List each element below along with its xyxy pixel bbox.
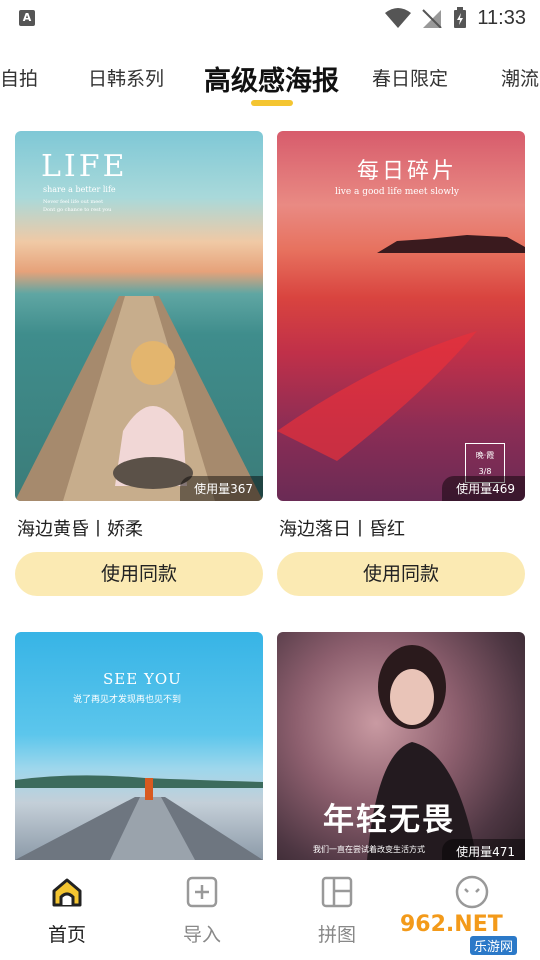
site-watermark: 962.NET 乐游网 — [400, 912, 536, 956]
usage-count-badge: 使用量367 — [180, 476, 263, 501]
stamp-top-text: 晚·霞 — [475, 451, 495, 460]
clock: 11:33 — [477, 6, 526, 29]
nav-collage-label: 拼图 — [317, 924, 356, 946]
poster-caption: 我们一直在尝试着改变生活方式 — [313, 845, 425, 854]
tab-japanese-korean[interactable]: 日韩系列 — [88, 64, 164, 91]
template-card[interactable]: 每日碎片 live a good life meet slowly 晚·霞 3/… — [277, 131, 525, 596]
grid-layout-icon — [317, 872, 357, 912]
watermark-logo-text: 962.NET — [400, 912, 503, 937]
nav-home-label: 首页 — [47, 924, 86, 946]
poster-caption: Dont go chance to rest you — [43, 207, 112, 213]
home-icon — [47, 872, 87, 912]
nav-collage[interactable]: 拼图 — [292, 872, 382, 947]
use-template-button[interactable]: 使用同款 — [277, 552, 525, 596]
tab-premium-poster[interactable]: 高级感海报 — [204, 59, 339, 98]
template-card[interactable]: LIFE share a better life Never feel life… — [15, 131, 263, 596]
poster-heading: LIFE — [41, 149, 128, 184]
template-preview-image[interactable]: 年轻无畏 我们一直在尝试着改变生活方式 使用量471 — [277, 632, 525, 860]
nav-import-label: 导入 — [182, 924, 221, 946]
template-preview-image[interactable]: SEE YOU 说了再见才发现再也见不到 — [15, 632, 263, 860]
template-title: 海边落日丨昏红 — [279, 519, 405, 540]
template-preview-image[interactable]: 每日碎片 live a good life meet slowly 晚·霞 3/… — [277, 131, 525, 501]
no-signal-icon — [422, 9, 443, 28]
add-square-icon — [182, 872, 222, 912]
template-card[interactable]: SEE YOU 说了再见才发现再也见不到 — [15, 632, 263, 860]
tab-trend[interactable]: 潮流 — [501, 64, 539, 91]
poster-subheading: 说了再见才发现再也见不到 — [73, 695, 182, 705]
poster-heading: 每日碎片 — [357, 159, 458, 184]
poster-subheading: share a better life — [43, 185, 116, 194]
tab-spring-limited[interactable]: 春日限定 — [372, 64, 448, 91]
nav-home[interactable]: 首页 — [22, 872, 112, 947]
wifi-icon — [385, 8, 412, 28]
template-preview-image[interactable]: LIFE share a better life Never feel life… — [15, 131, 263, 501]
stamp-bottom-text: 3/8 — [478, 467, 492, 476]
active-tab-indicator — [251, 100, 293, 106]
boardwalk-illustration — [15, 775, 263, 860]
battery-charging-icon — [454, 7, 467, 28]
app-notification-icon: A — [19, 10, 35, 26]
template-title: 海边黄昏丨娇柔 — [17, 519, 143, 540]
watermark-sub-text: 乐游网 — [470, 936, 518, 955]
status-icons: 11:33 — [385, 6, 526, 30]
poster-caption: Never feel life out meet — [43, 199, 104, 205]
usage-count-badge: 使用量471 — [442, 839, 525, 860]
poster-subheading: live a good life meet slowly — [335, 187, 459, 197]
template-card[interactable]: 年轻无畏 我们一直在尝试着改变生活方式 使用量471 — [277, 632, 525, 860]
tab-selfie[interactable]: 自拍 — [0, 64, 38, 91]
poster-heading: SEE YOU — [103, 670, 182, 688]
usage-count-badge: 使用量469 — [442, 476, 525, 501]
nav-import[interactable]: 导入 — [157, 872, 247, 947]
face-icon — [452, 872, 492, 912]
status-bar: A 11:33 — [0, 0, 540, 38]
poster-heading: 年轻无畏 — [323, 802, 455, 838]
use-template-button[interactable]: 使用同款 — [15, 552, 263, 596]
